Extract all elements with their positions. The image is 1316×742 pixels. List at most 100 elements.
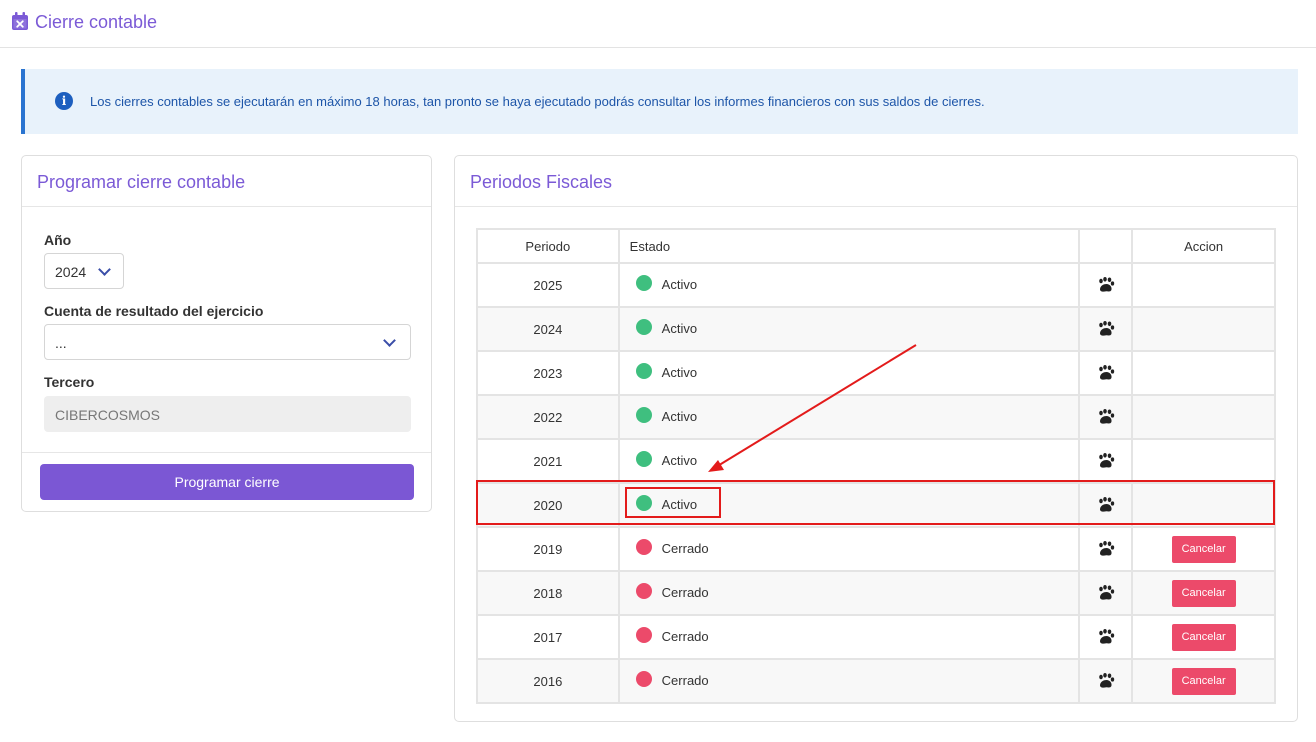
estado-cell: Activo (617, 262, 1081, 308)
cancel-button[interactable]: Cancelar (1171, 667, 1236, 695)
paw-icon-cell[interactable] (1078, 350, 1134, 396)
accion-cell (1131, 306, 1276, 352)
status-dot-icon (635, 319, 652, 336)
paw-icon[interactable] (1097, 365, 1115, 380)
accion-cell (1131, 350, 1276, 396)
status-dot-icon (635, 363, 652, 380)
periodo-cell: 2019 (476, 526, 620, 572)
accion-cell (1131, 438, 1276, 484)
cuenta-select-value: ... (55, 335, 67, 351)
accion-cell (1131, 482, 1276, 528)
accion-cell: Cancelar (1131, 658, 1276, 704)
info-alert: i Los cierres contables se ejecutarán en… (21, 69, 1298, 134)
column-header-accion: Accion (1131, 228, 1276, 264)
status-dot-icon (635, 671, 652, 688)
table-header-row: Periodo Estado Accion (476, 228, 1276, 264)
estado-label: Activo (661, 320, 698, 336)
cuenta-select[interactable]: ... (44, 324, 411, 360)
tercero-value: CIBERCOSMOS (55, 407, 161, 423)
status-dot-icon (635, 539, 652, 556)
status-dot-icon (635, 275, 652, 292)
estado-cell: Cerrado (617, 658, 1081, 704)
estado-cell: Activo (617, 306, 1081, 352)
table-row: 2023 Activo (476, 350, 1276, 396)
estado-label: Activo (661, 276, 698, 292)
periodo-cell: 2020 (476, 482, 620, 528)
fiscal-periods-card: Periodos Fiscales Periodo Estado Accion … (454, 155, 1298, 722)
periodo-cell: 2021 (476, 438, 620, 484)
paw-icon-cell[interactable] (1078, 438, 1134, 484)
tercero-field[interactable]: CIBERCOSMOS (44, 396, 411, 432)
periodo-cell: 2016 (476, 658, 620, 704)
table-row: 2024 Activo (476, 306, 1276, 352)
estado-label: Cerrado (661, 628, 709, 644)
paw-icon[interactable] (1097, 321, 1115, 336)
estado-label: Activo (661, 452, 698, 468)
table-row: 2017 Cerrado Cancelar (476, 614, 1276, 660)
year-label: Año (44, 232, 72, 248)
schedule-closing-button[interactable]: Programar cierre (40, 464, 414, 500)
periodo-cell: 2024 (476, 306, 620, 352)
estado-label: Cerrado (661, 584, 709, 600)
fiscal-periods-table: Periodo Estado Accion 2025 Activo 2024 Acti… (476, 228, 1276, 704)
calendar-x-icon (12, 12, 28, 30)
paw-icon[interactable] (1097, 629, 1115, 644)
periodo-cell: 2023 (476, 350, 620, 396)
chevron-down-icon (98, 263, 111, 276)
paw-icon[interactable] (1097, 409, 1115, 424)
estado-cell: Activo (617, 394, 1081, 440)
estado-cell: Activo (617, 438, 1081, 484)
paw-icon-cell[interactable] (1078, 570, 1134, 616)
estado-label: Activo (661, 408, 698, 424)
paw-icon-cell[interactable] (1078, 482, 1134, 528)
status-dot-icon (635, 583, 652, 600)
paw-icon-cell[interactable] (1078, 262, 1134, 308)
periodo-cell: 2022 (476, 394, 620, 440)
top-bar: Cierre contable (0, 0, 1316, 48)
cancel-button[interactable]: Cancelar (1171, 623, 1236, 651)
estado-label: Activo (661, 364, 698, 380)
paw-icon[interactable] (1097, 673, 1115, 688)
year-select[interactable]: 2024 (44, 253, 124, 289)
estado-cell: Cerrado (617, 614, 1081, 660)
estado-label: Cerrado (661, 672, 709, 688)
table-row: 2022 Activo (476, 394, 1276, 440)
paw-icon[interactable] (1097, 277, 1115, 292)
paw-icon[interactable] (1097, 453, 1115, 468)
estado-label: Cerrado (661, 540, 709, 556)
periodo-cell: 2018 (476, 570, 620, 616)
divider (22, 452, 431, 453)
paw-icon[interactable] (1097, 497, 1115, 512)
cancel-button[interactable]: Cancelar (1171, 535, 1236, 563)
periodo-cell: 2025 (476, 262, 620, 308)
divider (455, 206, 1297, 207)
paw-icon[interactable] (1097, 585, 1115, 600)
schedule-closing-title: Programar cierre contable (37, 172, 246, 192)
paw-icon-cell[interactable] (1078, 306, 1134, 352)
paw-icon-cell[interactable] (1078, 614, 1134, 660)
accion-cell: Cancelar (1131, 570, 1276, 616)
table-row: 2025 Activo (476, 262, 1276, 308)
paw-icon-cell[interactable] (1078, 526, 1134, 572)
fiscal-periods-title: Periodos Fiscales (470, 172, 613, 192)
estado-label: Activo (661, 496, 698, 512)
alert-message: Los cierres contables se ejecutarán en m… (90, 94, 985, 109)
estado-cell: Cerrado (617, 526, 1081, 572)
paw-icon-cell[interactable] (1078, 394, 1134, 440)
paw-icon[interactable] (1097, 541, 1115, 556)
accion-cell: Cancelar (1131, 526, 1276, 572)
cuenta-label: Cuenta de resultado del ejercicio (44, 303, 264, 319)
status-dot-icon (635, 495, 652, 512)
paw-icon-cell[interactable] (1078, 658, 1134, 704)
table-row: 2019 Cerrado Cancelar (476, 526, 1276, 572)
estado-cell: Cerrado (617, 570, 1081, 616)
year-select-value: 2024 (55, 264, 87, 280)
accion-cell (1131, 394, 1276, 440)
tercero-label: Tercero (44, 374, 95, 390)
schedule-closing-card: Programar cierre contable Año 2024 Cuent… (21, 155, 432, 512)
table-row: 2021 Activo (476, 438, 1276, 484)
chevron-down-icon (383, 334, 396, 347)
cancel-button[interactable]: Cancelar (1171, 579, 1236, 607)
status-dot-icon (635, 451, 652, 468)
table-row: 2020 Activo (476, 482, 1276, 528)
